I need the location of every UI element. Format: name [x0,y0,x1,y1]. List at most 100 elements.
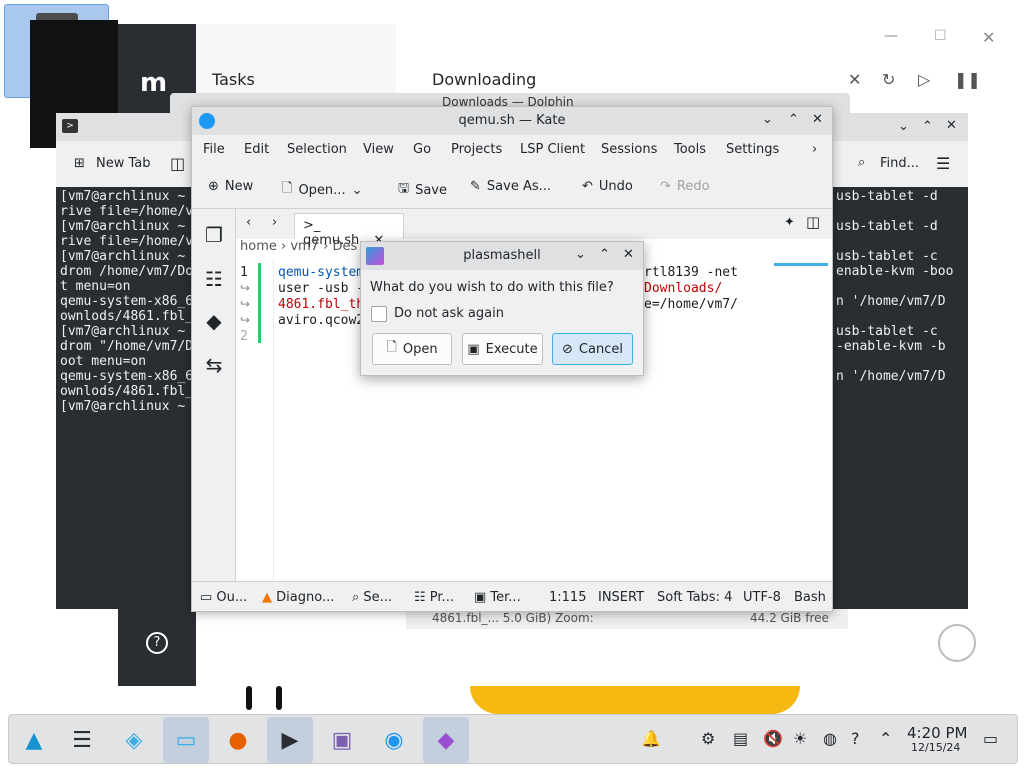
close-icon[interactable]: ✕ [982,28,995,47]
undo-button[interactable]: ↶ Undo [582,179,633,194]
konsole-right-window[interactable]: ⌄ ⌃ ✕ ⌕ Find... ☰ usb-tablet -d usb-tabl… [832,113,968,609]
new-tab-button[interactable]: New Tab [96,156,151,171]
konsole-icon[interactable]: ▶ [267,717,313,763]
close-icon[interactable]: ✕ [946,118,957,133]
menu-lsp-client[interactable]: LSP Client [520,142,585,157]
menu-projects[interactable]: Projects [451,142,502,157]
new-tab-icon: ⊞ [74,156,85,171]
chevron-up-icon[interactable]: ⌃ [922,119,933,134]
plasmashell-icon[interactable]: ◆ [423,717,469,763]
new-button[interactable]: ⊕ New [208,179,253,194]
chevron-down-icon[interactable]: ⌄ [898,119,909,134]
git-icon[interactable]: ◆ [202,309,226,333]
find-button[interactable]: Find... [880,156,919,171]
kate-icon[interactable]: ◉ [371,717,417,763]
split-view-icon[interactable]: ◫ [806,213,820,231]
maximize-icon[interactable]: ⌃ [788,112,799,127]
menu-file[interactable]: File [203,142,225,157]
syntax-mode[interactable]: Bash [794,590,826,605]
tray-expand-icon[interactable]: ⌃ [879,729,892,748]
documents-icon[interactable]: ❐ [202,223,226,247]
output-button[interactable]: ▭ Ou... [200,590,247,605]
open-button[interactable]: 🗋 Open [372,333,452,365]
dialog-titlebar[interactable]: plasmashell ⌄ ⌃ ✕ [361,242,643,270]
wallpaper-tux [470,686,800,714]
help-icon[interactable]: ? [146,632,168,654]
search-button[interactable]: ⌕ Se... [352,590,392,605]
redo-button[interactable]: ↷ Redo [660,179,710,194]
input-mode[interactable]: INSERT [598,590,644,605]
indentation-settings[interactable]: Soft Tabs: 4 [657,590,732,605]
clock-date[interactable]: 12/15/24 [911,741,960,754]
symbols-icon[interactable]: ⇆ [202,353,226,377]
menu-sessions[interactable]: Sessions [601,142,657,157]
system-settings-icon[interactable]: ☰ [59,717,105,763]
show-desktop-icon[interactable]: ▭ [983,729,998,748]
maximize-icon[interactable]: ⌃ [599,247,610,262]
chevron-down-icon[interactable]: ⌄ [352,183,363,198]
plasmashell-dialog[interactable]: plasmashell ⌄ ⌃ ✕ What do you wish to do… [360,241,644,376]
menu-tools[interactable]: Tools [674,142,706,157]
firefox-icon[interactable]: ● [215,717,261,763]
terminal-file-icon: >_ [303,218,321,233]
brightness-icon[interactable]: ☀ [793,729,807,748]
cursor-position[interactable]: 1:115 [549,590,586,605]
menu-view[interactable]: View [363,142,394,157]
konsole-titlebar[interactable]: > [56,113,196,141]
find-icon: ⌕ [858,155,866,170]
do-not-ask-label[interactable]: Do not ask again [394,306,504,321]
back-icon[interactable]: ‹ [246,215,251,230]
cancel-button[interactable]: ⊘ Cancel [552,333,633,365]
breadcrumb-vm7[interactable]: vm7 [290,239,319,254]
menu-overflow-icon[interactable]: › [812,142,817,157]
save-button[interactable]: 🖫 Save [398,179,447,201]
save-as-button[interactable]: ✎ Save As... [470,179,551,194]
hamburger-menu-icon[interactable]: ☰ [936,154,950,173]
menu-settings[interactable]: Settings [726,142,779,157]
open-button[interactable]: 🗋 Open... ⌄ [282,179,362,201]
pause-icon[interactable]: ❚❚ [954,70,981,89]
filesystem-browser-icon[interactable]: ☷ [202,267,226,291]
tab-qemu-sh[interactable]: >_ qemu.sh✕ [294,213,404,248]
menu-edit[interactable]: Edit [244,142,269,157]
execute-button[interactable]: ▣ Execute [462,333,543,365]
minimize-icon[interactable]: — [884,28,898,44]
split-view-icon[interactable]: ◫ [170,154,185,173]
encoding[interactable]: UTF-8 [743,590,781,605]
diagnostics-button[interactable]: ▲ Diagno... [262,590,334,605]
breadcrumb-home[interactable]: home [240,239,277,254]
kate-toolbar: ⊕ New 🗋 Open... ⌄ 🖫 Save ✎ Save As... ↶ Undo ↷… [192,165,832,209]
terminal-button[interactable]: ▣ Ter... [474,590,521,605]
reload-icon[interactable]: ↻ [882,70,895,89]
minimize-icon[interactable]: ⌄ [575,247,586,262]
dial-icon[interactable] [938,624,976,662]
notification-icon[interactable]: 🔔 [641,729,661,748]
kde-connect-icon[interactable]: ⚙ [701,729,715,748]
help-icon[interactable]: ? [851,729,860,748]
projects-button[interactable]: ☷ Pr... [414,590,454,605]
menu-go[interactable]: Go [413,142,431,157]
ark-icon[interactable]: ▣ [319,717,365,763]
konsole-right-titlebar[interactable]: ⌄ ⌃ ✕ [832,113,968,141]
volume-muted-icon[interactable]: 🔇 [763,729,783,748]
clear-icon[interactable]: ✕ [848,70,861,89]
konsole-left-window[interactable]: > ⊞ New Tab ◫ [vm7@archlinux ~ rive file… [56,113,196,609]
network-icon[interactable]: ◍ [823,729,837,748]
app-launcher-icon[interactable]: ▲ [11,717,57,763]
close-icon[interactable]: ✕ [812,112,823,127]
kate-titlebar[interactable]: qemu.sh — Kate ⌄ ⌃ ✕ [192,107,832,135]
dolphin-icon[interactable]: ▭ [163,717,209,763]
menu-selection[interactable]: Selection [287,142,347,157]
play-icon[interactable]: ▷ [918,70,930,89]
clock-time[interactable]: 4:20 PM [907,724,967,742]
do-not-ask-checkbox[interactable] [371,306,387,322]
maximize-icon[interactable]: ☐ [934,28,947,44]
minimize-icon[interactable]: ⌄ [762,112,773,127]
close-icon[interactable]: ✕ [623,247,634,262]
konsole-icon: > [62,119,78,133]
forward-icon[interactable]: › [272,215,277,230]
breadcrumb-desktop[interactable]: Des [332,239,357,254]
discover-icon[interactable]: ◈ [111,717,157,763]
pin-icon[interactable]: ✦ [784,215,795,230]
clipboard-icon[interactable]: ▤ [733,729,748,748]
